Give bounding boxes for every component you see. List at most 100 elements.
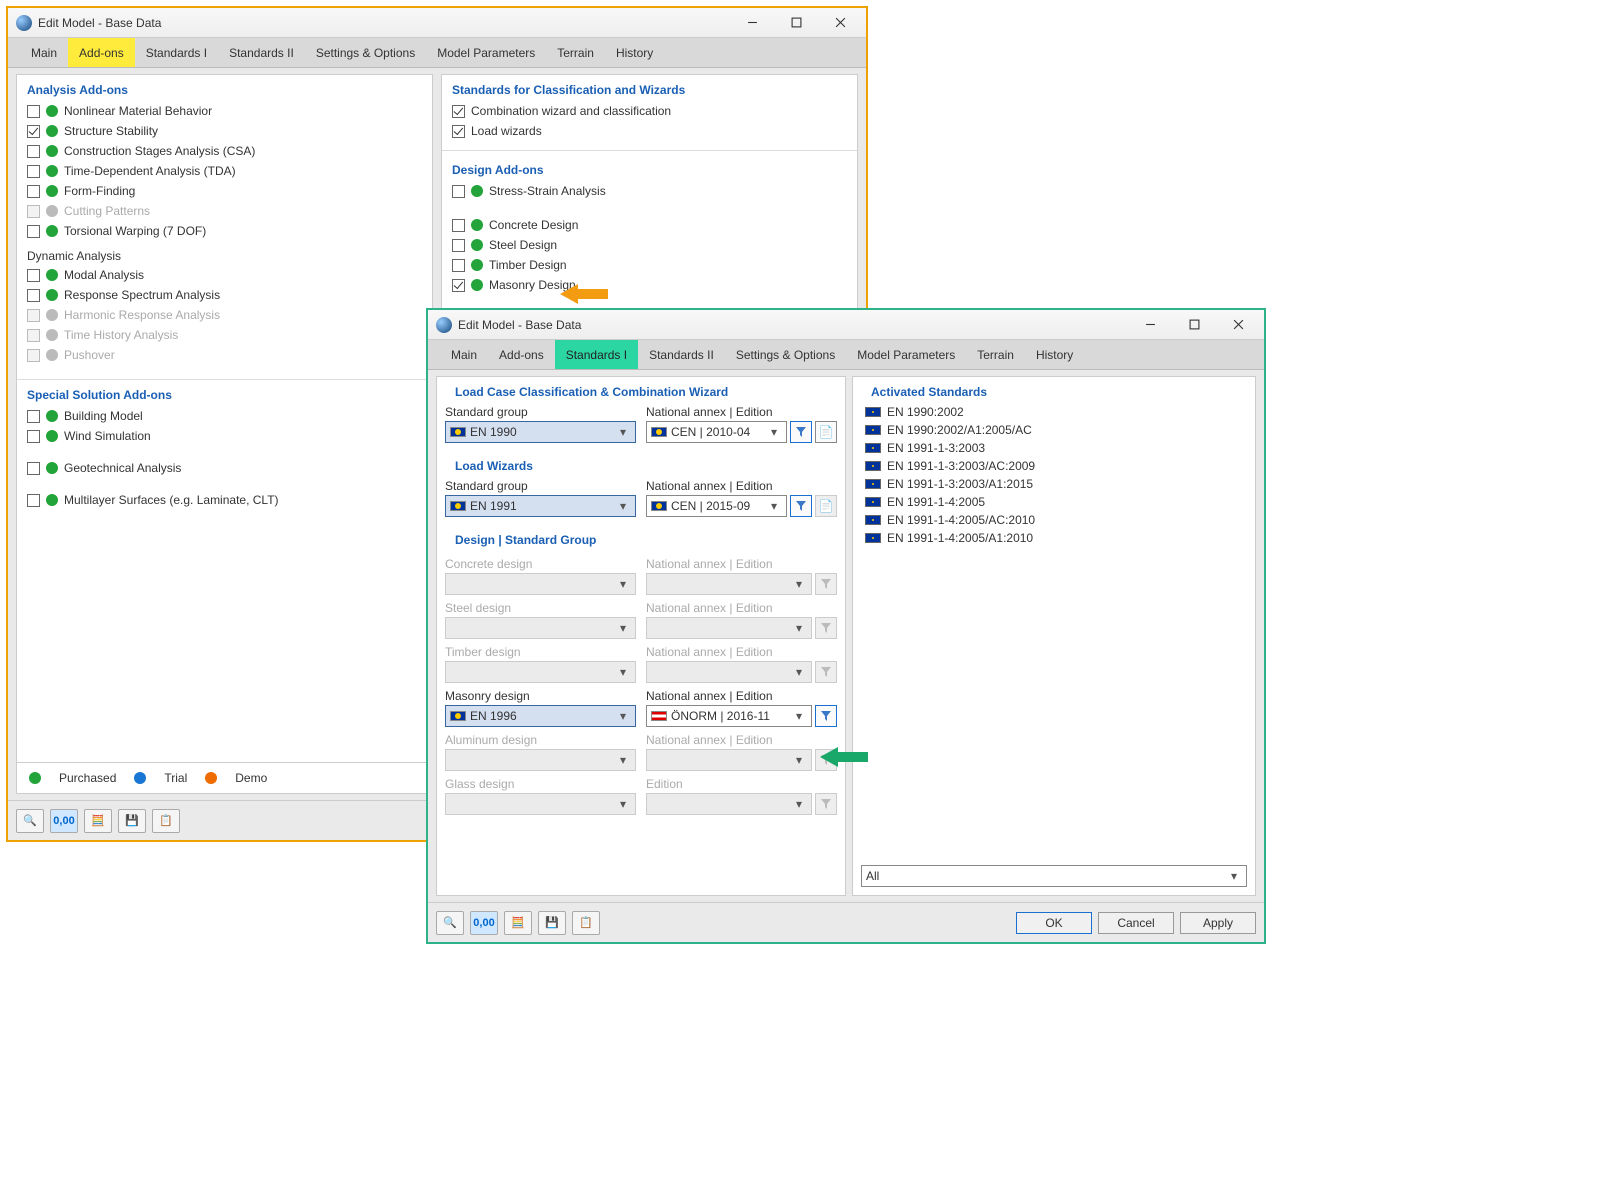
calc-icon[interactable]: 0,00 [50,809,78,833]
ok-button[interactable]: OK [1016,912,1092,934]
tab-model-parameters[interactable]: Model Parameters [846,340,966,369]
checkbox[interactable] [27,494,40,507]
close-button[interactable] [818,9,862,37]
addon-row: Timber Design [442,255,857,275]
dynamic-header: Dynamic Analysis [17,241,432,265]
tab-terrain[interactable]: Terrain [966,340,1025,369]
app-icon [436,317,452,333]
dsg-header: Design | Standard Group [445,525,837,551]
zoom-icon[interactable]: 🔍 [16,809,44,833]
addon-label: Wind Simulation [64,429,151,443]
tab-settings-options[interactable]: Settings & Options [725,340,846,369]
standard-item[interactable]: EN 1990:2002/A1:2005/AC [865,421,1243,439]
config-button[interactable]: 📄 [815,421,837,443]
design-na: ▾ [646,617,812,639]
tab-settings-options[interactable]: Settings & Options [305,38,426,67]
addon-label: Form-Finding [64,184,135,198]
calc-icon[interactable]: 0,00 [470,911,498,935]
tab-terrain[interactable]: Terrain [546,38,605,67]
activated-header: Activated Standards [861,377,1247,403]
lccw-standard-group[interactable]: EN 1990▾ [445,421,636,443]
tabstrip: MainAdd-onsStandards IStandards IISettin… [8,38,866,68]
status-dot [46,105,58,117]
checkbox[interactable] [452,279,465,292]
checkbox[interactable] [27,185,40,198]
design-sg: ▾ [445,749,636,771]
design-sg: ▾ [445,793,636,815]
checkbox[interactable] [452,185,465,198]
checkbox[interactable] [452,239,465,252]
checkbox[interactable] [27,125,40,138]
maximize-button[interactable] [1172,311,1216,339]
standard-item[interactable]: EN 1991-1-3:2003/AC:2009 [865,457,1243,475]
apply-button[interactable]: Apply [1180,912,1256,934]
legend-demo-dot [205,772,217,784]
close-button[interactable] [1216,311,1260,339]
addon-label: Concrete Design [489,218,578,232]
status-dot [46,349,58,361]
standard-item[interactable]: EN 1991-1-4:2005/A1:2010 [865,529,1243,547]
standard-item[interactable]: EN 1990:2002 [865,403,1243,421]
checkbox[interactable] [452,259,465,272]
save-icon[interactable]: 💾 [118,809,146,833]
config-button: 📄 [815,495,837,517]
addon-label: Time-Dependent Analysis (TDA) [64,164,236,178]
tab-add-ons[interactable]: Add-ons [68,38,135,67]
maximize-button[interactable] [774,9,818,37]
status-dot [471,219,483,231]
design-sg: ▾ [445,661,636,683]
design-na[interactable]: ÖNORM | 2016-11▾ [646,705,812,727]
lw-national-annex[interactable]: CEN | 2015-09▾ [646,495,787,517]
tab-main[interactable]: Main [440,340,488,369]
addon-row: Modal Analysis [17,265,432,285]
checkbox[interactable] [27,269,40,282]
addon-row: Building Model [17,406,432,426]
clip-icon[interactable]: 📋 [152,809,180,833]
zoom-icon[interactable]: 🔍 [436,911,464,935]
tab-model-parameters[interactable]: Model Parameters [426,38,546,67]
tab-standards-ii[interactable]: Standards II [218,38,305,67]
standard-item[interactable]: EN 1991-1-4:2005 [865,493,1243,511]
sheet-icon[interactable]: 🧮 [84,809,112,833]
sheet-icon[interactable]: 🧮 [504,911,532,935]
tab-standards-i[interactable]: Standards I [555,340,638,369]
tab-history[interactable]: History [1025,340,1084,369]
checkbox[interactable] [27,145,40,158]
cancel-button[interactable]: Cancel [1098,912,1174,934]
tab-main[interactable]: Main [20,38,68,67]
addon-row: Masonry Design [442,275,857,295]
window-title: Edit Model - Base Data [38,16,161,30]
legend-purchased-dot [29,772,41,784]
filter-button[interactable] [790,495,812,517]
checkbox[interactable] [27,462,40,475]
checkbox[interactable] [27,225,40,238]
checkbox[interactable] [452,125,465,138]
save-icon[interactable]: 💾 [538,911,566,935]
design-sg[interactable]: EN 1996▾ [445,705,636,727]
checkbox[interactable] [27,289,40,302]
minimize-button[interactable] [1128,311,1172,339]
all-combo[interactable]: All▾ [861,865,1247,887]
standard-item[interactable]: EN 1991-1-3:2003/A1:2015 [865,475,1243,493]
checkbox[interactable] [27,105,40,118]
lccw-national-annex[interactable]: CEN | 2010-04▾ [646,421,787,443]
filter-button[interactable] [790,421,812,443]
checkbox[interactable] [27,165,40,178]
checkbox[interactable] [27,430,40,443]
standard-item[interactable]: EN 1991-1-3:2003 [865,439,1243,457]
standards-header: Standards for Classification and Wizards [442,75,857,101]
lw-standard-group[interactable]: EN 1991▾ [445,495,636,517]
clip-icon[interactable]: 📋 [572,911,600,935]
tab-standards-ii[interactable]: Standards II [638,340,725,369]
lw-header: Load Wizards [445,451,837,477]
minimize-button[interactable] [730,9,774,37]
filter-button[interactable] [815,705,837,727]
app-icon [16,15,32,31]
checkbox[interactable] [452,219,465,232]
checkbox[interactable] [452,105,465,118]
tab-history[interactable]: History [605,38,664,67]
tab-add-ons[interactable]: Add-ons [488,340,555,369]
standard-item[interactable]: EN 1991-1-4:2005/AC:2010 [865,511,1243,529]
checkbox[interactable] [27,410,40,423]
tab-standards-i[interactable]: Standards I [135,38,218,67]
